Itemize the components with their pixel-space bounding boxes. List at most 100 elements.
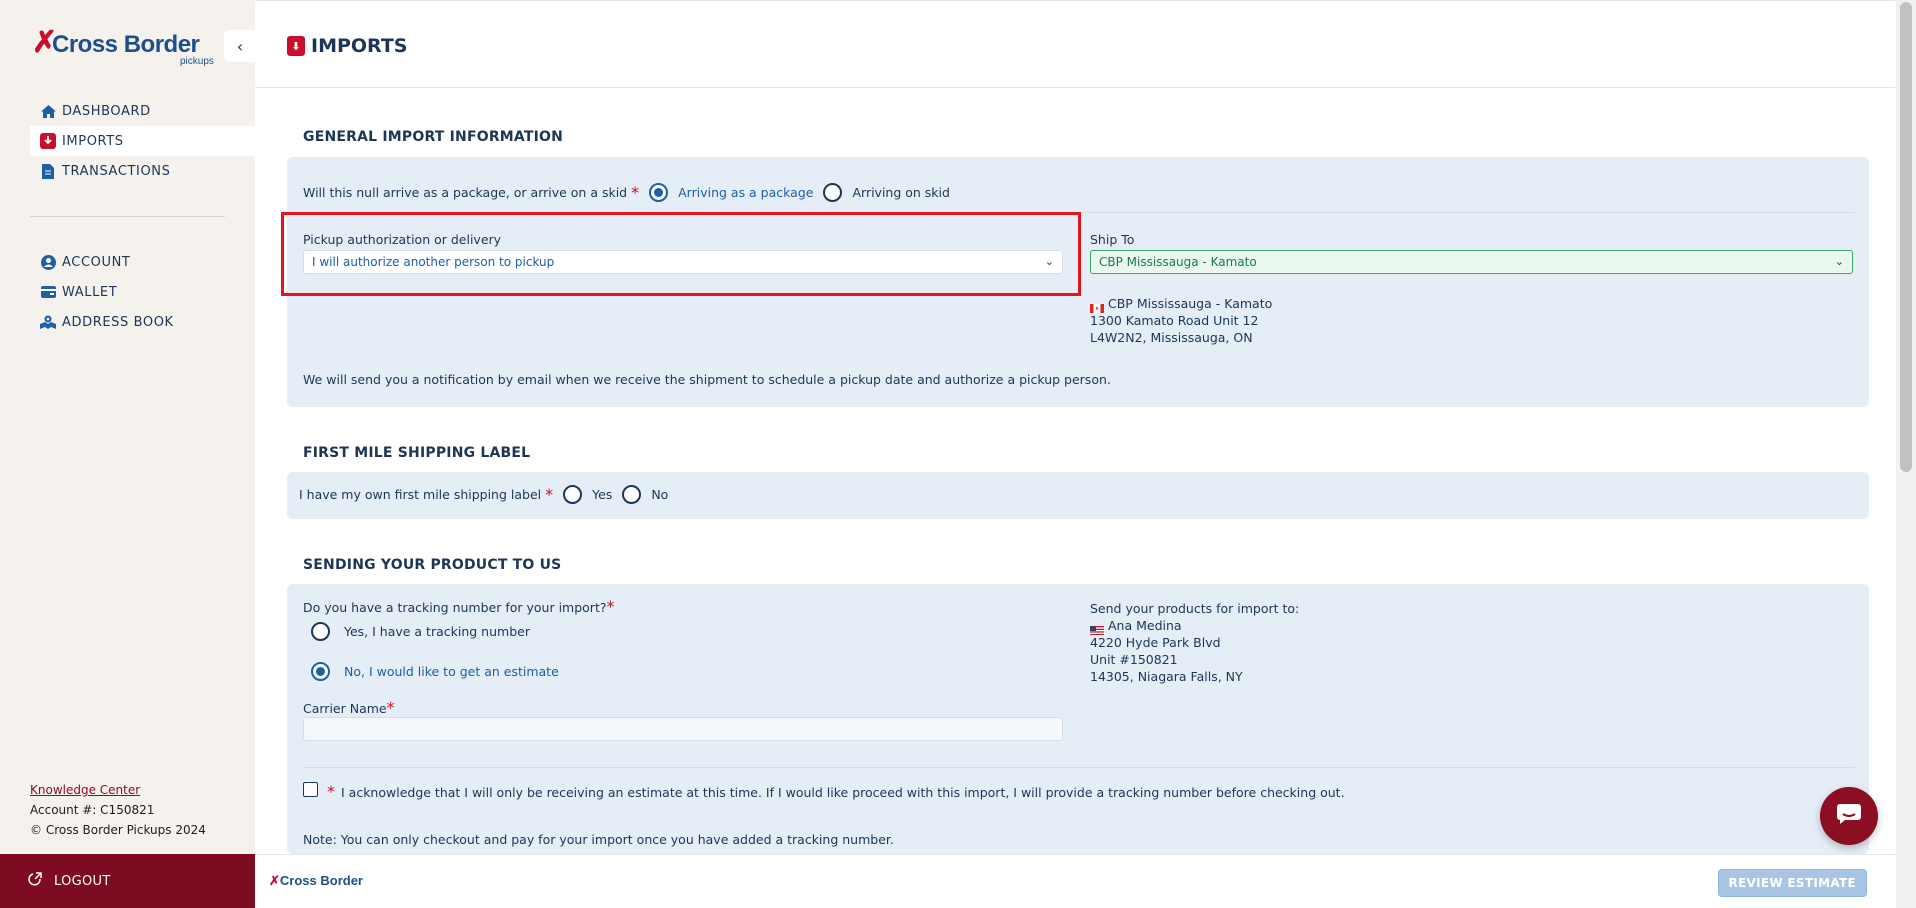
arrive-question-row: Will this null arrive as a package, or a… [303, 183, 950, 202]
copyright: © Cross Border Pickups 2024 [30, 823, 206, 837]
opt-package-label: Arriving as a package [678, 185, 814, 200]
pickup-notice: We will send you a notification by email… [303, 372, 1111, 387]
ship-to-select[interactable]: CBP Mississauga - Kamato ⌄ [1090, 250, 1853, 274]
logout-label: LOGOUT [54, 873, 111, 889]
divider [303, 767, 1855, 768]
send-to-address: Send your products for import to: Ana Me… [1090, 600, 1299, 685]
scrollbar-thumb[interactable] [1900, 2, 1912, 472]
logo-mark-icon: ✗ [269, 873, 280, 888]
header: ⬇ IMPORTS [255, 0, 1895, 88]
sending-section-title: SENDING YOUR PRODUCT TO US [303, 557, 562, 573]
carrier-label-row: Carrier Name* [303, 698, 395, 717]
account-nav: ACCOUNT WALLET ADDRESS BOOK [30, 247, 255, 337]
first-mile-row: I have my own first mile shipping label … [299, 485, 668, 504]
brand-logo[interactable]: ✗ Cross Border pickups [32, 28, 214, 68]
send-line2: Unit #150821 [1090, 652, 1178, 667]
acknowledge-checkbox[interactable] [303, 782, 318, 797]
sidebar-item-label: TRANSACTIONS [62, 163, 171, 179]
first-mile-panel: I have my own first mile shipping label … [287, 472, 1869, 519]
radio-arriving-package[interactable] [649, 183, 669, 202]
radio-first-mile-no[interactable] [622, 485, 642, 504]
sidebar-item-imports[interactable]: IMPORTS [30, 126, 255, 156]
required-marker: * [631, 183, 640, 202]
first-mile-no-label: No [651, 487, 669, 502]
chat-button[interactable] [1820, 787, 1878, 845]
send-line3: 14305, Niagara Falls, NY [1090, 669, 1243, 684]
required-marker: * [545, 485, 554, 504]
first-mile-question: I have my own first mile shipping label [299, 487, 542, 502]
sidebar-item-transactions[interactable]: TRANSACTIONS [30, 156, 255, 186]
document-icon [40, 163, 56, 179]
send-to-label: Send your products for import to: [1090, 601, 1300, 616]
footer-brand: Cross Border [279, 873, 363, 888]
carrier-label: Carrier Name [303, 701, 387, 716]
chevron-left-icon: ‹ [236, 36, 244, 56]
first-mile-section-title: FIRST MILE SHIPPING LABEL [303, 445, 531, 461]
home-icon [40, 103, 56, 119]
user-icon [40, 254, 56, 270]
required-marker: * [606, 597, 615, 616]
footer-bar: ✗Cross Border REVIEW ESTIMATE [255, 854, 1895, 908]
brand-name: Cross Border [52, 31, 200, 58]
tracking-question-row: Do you have a tracking number for your i… [303, 597, 615, 616]
sidebar-item-address-book[interactable]: ADDRESS BOOK [30, 307, 255, 337]
import-icon: ⬇ [287, 36, 305, 56]
scrollbar[interactable] [1896, 0, 1916, 908]
account-number: Account #: C150821 [30, 803, 155, 817]
main-content: ⬇ IMPORTS GENERAL IMPORT INFORMATION Wil… [255, 0, 1916, 908]
acknowledge-row: * I acknowledge that I will only be recei… [327, 782, 1345, 801]
general-section-title: GENERAL IMPORT INFORMATION [303, 129, 564, 145]
radio-tracking-yes[interactable] [311, 622, 330, 641]
main-nav: DASHBOARD IMPORTS TRANSACTIONS [30, 96, 255, 186]
sidebar-item-account[interactable]: ACCOUNT [30, 247, 255, 277]
sidebar-footer: Knowledge Center Account #: C150821 © Cr… [30, 780, 206, 840]
logout-icon [28, 872, 42, 890]
collapse-sidebar-button[interactable]: ‹ [224, 30, 256, 62]
radio-first-mile-yes[interactable] [563, 485, 583, 504]
us-flag-icon [1090, 622, 1104, 635]
wallet-icon [40, 284, 56, 300]
radio-arriving-skid[interactable] [823, 183, 843, 202]
review-estimate-button[interactable]: REVIEW ESTIMATE [1717, 869, 1867, 897]
map-icon [40, 314, 56, 330]
knowledge-center-link[interactable]: Knowledge Center [30, 783, 140, 797]
import-icon [40, 133, 56, 149]
logout-button[interactable]: LOGOUT [0, 854, 255, 908]
checkout-note: Note: You can only checkout and pay for … [303, 832, 894, 847]
sidebar-item-dashboard[interactable]: DASHBOARD [30, 96, 255, 126]
ship-to-label: Ship To [1090, 232, 1135, 247]
sidebar-item-wallet[interactable]: WALLET [30, 277, 255, 307]
tracking-no-row[interactable]: No, I would like to get an estimate [311, 662, 559, 681]
sidebar-item-label: WALLET [62, 284, 118, 300]
page-title: ⬇ IMPORTS [287, 35, 407, 57]
arrive-question: Will this null arrive as a package, or a… [303, 185, 628, 200]
nav-divider [30, 216, 225, 217]
required-marker: * [386, 698, 395, 717]
ship-to-value: CBP Mississauga - Kamato [1099, 255, 1257, 269]
canada-flag-icon [1090, 300, 1104, 313]
sending-panel: Do you have a tracking number for your i… [287, 584, 1869, 854]
footer-logo: ✗Cross Border [269, 873, 363, 889]
brand-sub: pickups [180, 56, 214, 67]
highlight-box [281, 212, 1081, 296]
tracking-no-label: No, I would like to get an estimate [344, 664, 559, 679]
sidebar-item-label: IMPORTS [62, 133, 124, 149]
first-mile-yes-label: Yes [592, 487, 613, 502]
send-name: Ana Medina [1108, 618, 1182, 633]
chevron-down-icon: ⌄ [1834, 255, 1844, 268]
required-marker: * [327, 782, 335, 801]
page-title-text: IMPORTS [311, 35, 408, 57]
sidebar-item-label: DASHBOARD [62, 103, 151, 119]
radio-tracking-no[interactable] [311, 662, 330, 681]
ship-addr-name: CBP Mississauga - Kamato [1108, 296, 1273, 311]
tracking-question: Do you have a tracking number for your i… [303, 600, 607, 615]
tracking-yes-row[interactable]: Yes, I have a tracking number [311, 622, 530, 641]
opt-skid-label: Arriving on skid [852, 185, 950, 200]
send-line1: 4220 Hyde Park Blvd [1090, 635, 1221, 650]
tracking-yes-label: Yes, I have a tracking number [344, 624, 530, 639]
ship-addr-line2: L4W2N2, Mississauga, ON [1090, 330, 1253, 345]
sidebar-item-label: ADDRESS BOOK [62, 314, 174, 330]
acknowledge-text: I acknowledge that I will only be receiv… [341, 785, 1345, 800]
sidebar-item-label: ACCOUNT [62, 254, 131, 270]
carrier-name-input[interactable] [303, 717, 1063, 741]
